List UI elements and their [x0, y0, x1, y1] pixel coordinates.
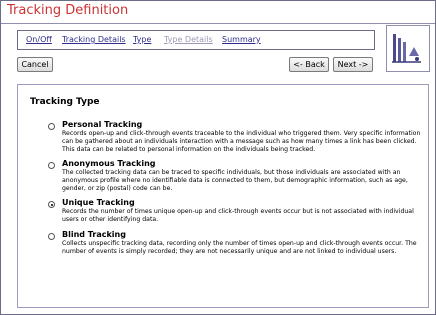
tab-on-off[interactable]: On/Off — [26, 35, 52, 44]
radio-anonymous-tracking[interactable] — [48, 162, 55, 169]
window-frame: Tracking Definition On/Off Tracking Deta… — [0, 0, 436, 315]
option-description: Records the number of times unique open-… — [62, 208, 414, 223]
radio-blind-tracking[interactable] — [48, 233, 55, 240]
option-description: Records open-up and click-through events… — [62, 130, 421, 153]
radio-unique-tracking[interactable] — [48, 201, 55, 208]
cancel-button[interactable]: Cancel — [17, 57, 53, 72]
tab-summary[interactable]: Summary — [222, 35, 261, 44]
option-title: Blind Tracking — [62, 230, 126, 239]
option-title: Personal Tracking — [62, 120, 143, 129]
back-button[interactable]: <- Back — [289, 57, 329, 72]
page-title: Tracking Definition — [7, 3, 129, 18]
section-title: Tracking Type — [30, 97, 100, 107]
title-divider — [1, 23, 435, 24]
tab-type[interactable]: Type — [133, 35, 151, 44]
chart-logo-icon — [386, 25, 430, 72]
option-description: Collects unspecific tracking data, recor… — [62, 240, 417, 255]
option-title: Unique Tracking — [62, 198, 135, 207]
option-description: The collected tracking data can be trace… — [62, 169, 408, 192]
tab-tracking-details[interactable]: Tracking Details — [62, 35, 126, 44]
wizard-steps: On/Off Tracking Details Type Type Detail… — [17, 30, 375, 50]
option-title: Anonymous Tracking — [62, 159, 156, 168]
tab-type-details: Type Details — [164, 35, 213, 44]
next-button[interactable]: Next -> — [333, 57, 373, 72]
tracking-type-panel: Tracking Type Personal Tracking Records … — [17, 84, 429, 308]
radio-personal-tracking[interactable] — [48, 123, 55, 130]
